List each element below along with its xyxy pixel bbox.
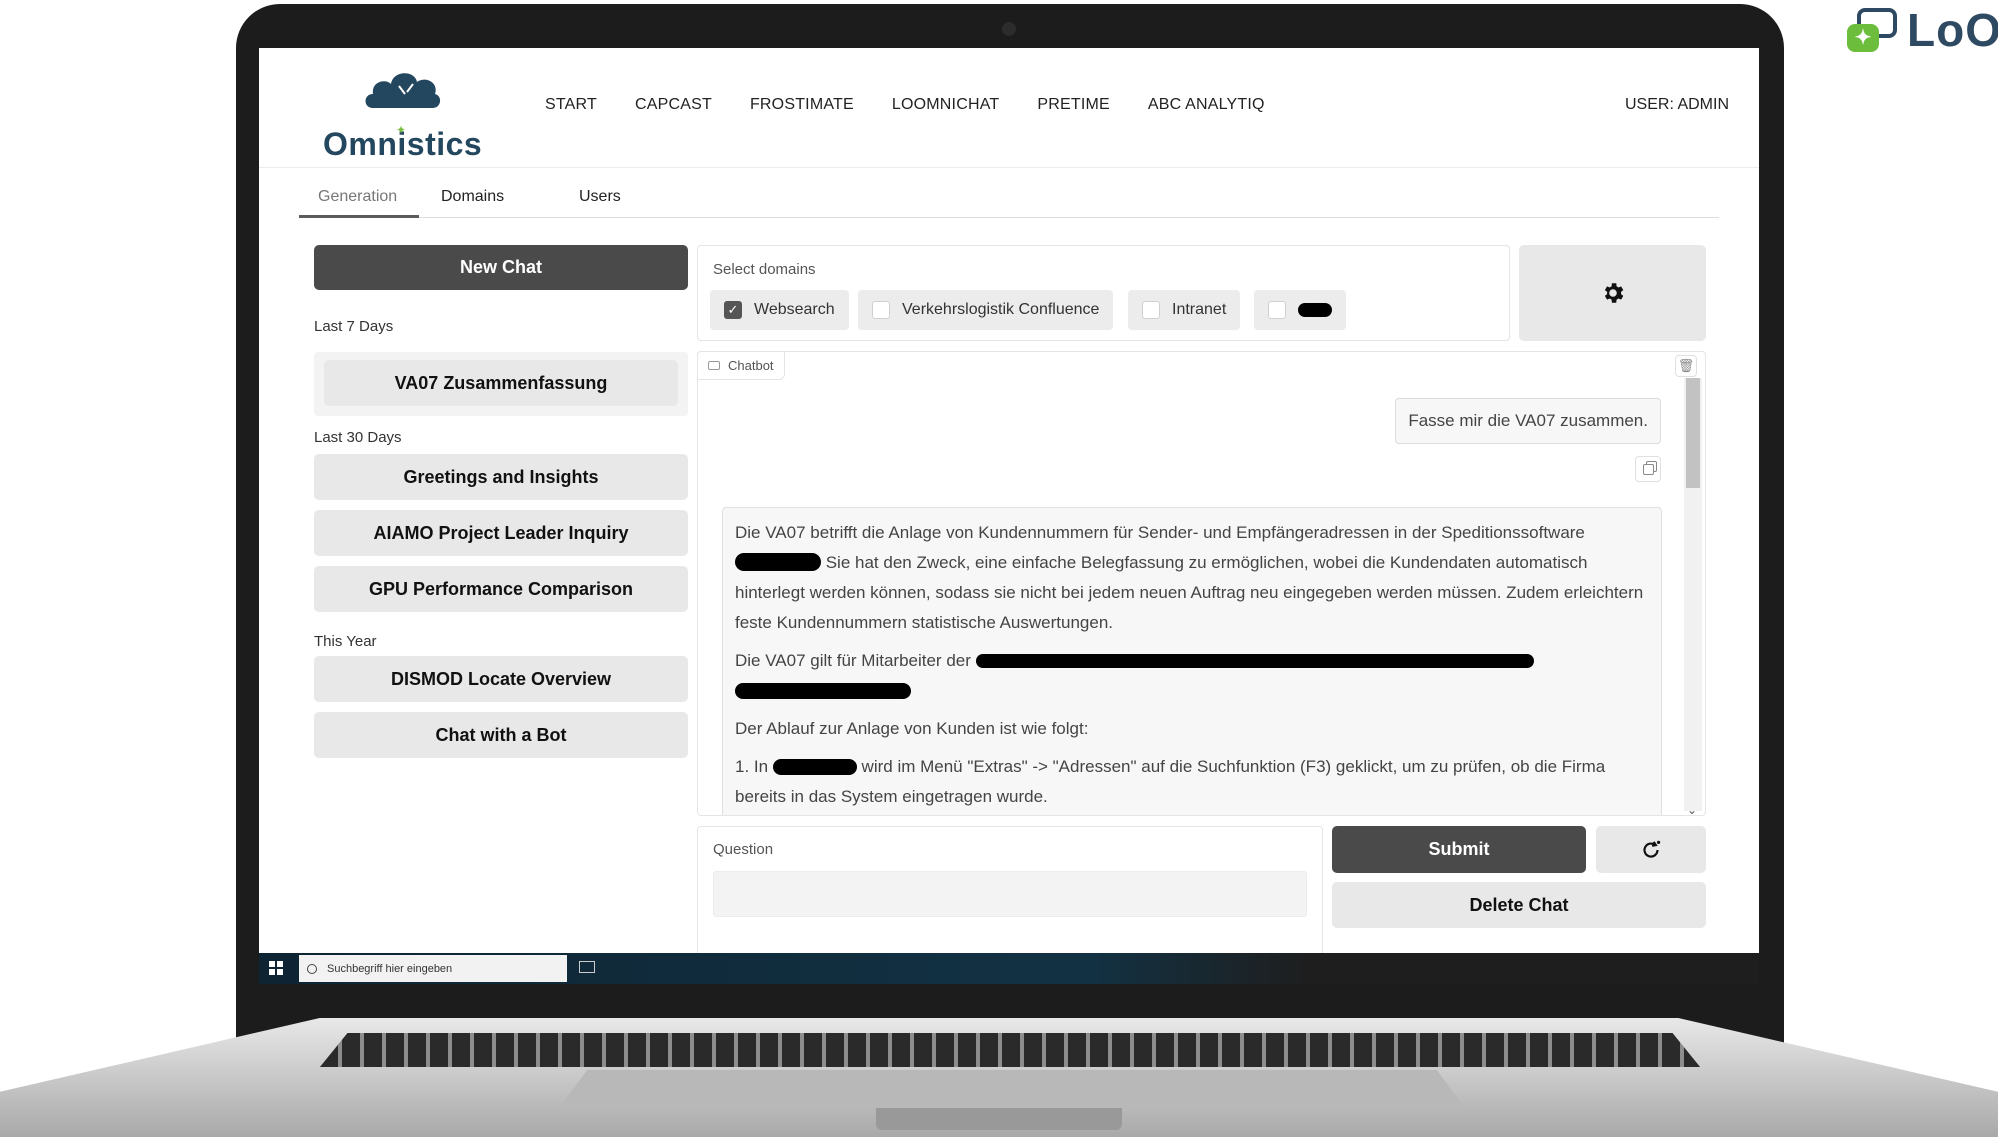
chat-scrollbar[interactable]: ⌄: [1684, 378, 1702, 815]
tab-domains[interactable]: Domains: [441, 188, 504, 206]
bot-text: Sie hat den Zweck, eine einfache Belegfa…: [735, 553, 1644, 632]
taskbar-search[interactable]: Suchbegriff hier eingeben: [299, 955, 567, 982]
active-tab-indicator: [299, 215, 419, 218]
history-item[interactable]: AIAMO Project Leader Inquiry: [314, 510, 688, 556]
new-chat-button[interactable]: New Chat: [314, 245, 688, 290]
bot-paragraph: 1. In wird im Menü "Extras" -> "Adressen…: [735, 752, 1649, 812]
history-item[interactable]: DISMOD Locate Overview: [314, 656, 688, 702]
domain-option-label: Websearch: [754, 301, 835, 318]
history-group-label: Last 30 Days: [314, 429, 402, 446]
settings-button[interactable]: [1519, 245, 1706, 341]
retry-button[interactable]: [1596, 826, 1706, 873]
chatbot-tag: Chatbot: [698, 352, 785, 380]
domain-selector-label: Select domains: [713, 261, 816, 278]
chat-icon: [708, 361, 720, 370]
redaction-mark: [735, 683, 911, 699]
user-message: Fasse mir die VA07 zusammen.: [1395, 398, 1661, 444]
domain-option-label: Verkehrslogistik Confluence: [902, 301, 1100, 318]
bot-text: Der Ablauf zur Anlage von Kunden ist wie…: [735, 719, 1089, 738]
checkbox-icon[interactable]: [1142, 301, 1160, 319]
bot-text: 1. In: [735, 757, 769, 776]
windows-start-icon[interactable]: [269, 961, 283, 975]
laptop-notch: [876, 1108, 1122, 1130]
task-view-icon[interactable]: [579, 961, 595, 973]
domain-selector: Select domains ✓ Websearch Verkehrslogis…: [697, 245, 1510, 341]
gear-icon: [1604, 283, 1623, 303]
omnistics-logo[interactable]: Omnistics ✦: [323, 68, 483, 162]
nav-frostimate[interactable]: FROSTIMATE: [750, 96, 854, 114]
bot-paragraph: Die VA07 gilt für Mitarbeiter der: [735, 646, 1649, 706]
search-icon: [307, 963, 317, 974]
question-box: Question: [697, 826, 1323, 966]
nav-pretime[interactable]: PRETIME: [1037, 96, 1110, 114]
delete-chat-button[interactable]: Delete Chat: [1332, 882, 1706, 928]
tab-users[interactable]: Users: [579, 188, 621, 206]
bot-paragraph: Der Ablauf zur Anlage von Kunden ist wie…: [735, 714, 1649, 744]
history-item[interactable]: Greetings and Insights: [314, 454, 688, 500]
cloud-icon: [365, 73, 441, 108]
history-group-label: This Year: [314, 633, 377, 650]
domain-option-verkehrslogistik[interactable]: Verkehrslogistik Confluence: [858, 290, 1114, 330]
webcam: [1002, 22, 1016, 36]
nav-capcast[interactable]: CAPCAST: [635, 96, 712, 114]
main-nav: START CAPCAST FROSTIMATE LOOMNICHAT PRET…: [545, 96, 1303, 114]
chatbot-panel: Chatbot 🗑 Fasse mir die VA07 zusammen. D…: [697, 351, 1706, 816]
corner-brand-text: LoO: [1907, 4, 1998, 56]
bot-text: Die VA07 betrifft die Anlage von Kundenn…: [735, 523, 1585, 542]
history-item[interactable]: GPU Performance Comparison: [314, 566, 688, 612]
checkbox-checked-icon[interactable]: ✓: [724, 301, 742, 319]
domain-option-websearch[interactable]: ✓ Websearch: [710, 290, 849, 330]
scrollbar-thumb[interactable]: [1686, 378, 1700, 488]
redaction-mark: [975, 654, 1534, 668]
history-group-selected: VA07 Zusammenfassung: [314, 352, 688, 416]
logo-sparkle-icon: ✦: [396, 123, 407, 137]
bot-text: wird im Menü "Extras" -> "Adressen" auf …: [735, 757, 1606, 806]
corner-brand-logo: ✦ LoO: [1843, 4, 1998, 56]
history-item[interactable]: VA07 Zusammenfassung: [324, 360, 678, 406]
nav-start[interactable]: START: [545, 96, 597, 114]
nav-abc-analytiq[interactable]: ABC ANALYTIQ: [1148, 96, 1265, 114]
tab-bar: Generation Domains Users: [299, 186, 1719, 218]
redaction-mark: [772, 759, 857, 775]
trash-icon[interactable]: 🗑: [1675, 355, 1697, 377]
history-group-label: Last 7 Days: [314, 318, 394, 335]
bot-text: Die VA07 gilt für Mitarbeiter der: [735, 651, 971, 670]
laptop-trackpad: [560, 1070, 1464, 1107]
refresh-icon: [1643, 840, 1661, 858]
chat-bubble-icon: ✦: [1843, 4, 1899, 56]
redaction-mark: [735, 553, 821, 571]
os-taskbar: Suchbegriff hier eingeben: [259, 953, 1759, 984]
nav-loomnichat[interactable]: LOOMNICHAT: [892, 96, 999, 114]
question-label: Question: [713, 841, 774, 858]
copy-icon[interactable]: [1635, 456, 1661, 482]
checkbox-icon[interactable]: [1268, 301, 1286, 319]
checkbox-icon[interactable]: [872, 301, 890, 319]
bot-message: Die VA07 betrifft die Anlage von Kundenn…: [722, 507, 1662, 815]
user-label[interactable]: USER: ADMIN: [1625, 96, 1729, 114]
redaction-mark: [1298, 303, 1332, 317]
app-screen: Omnistics ✦ START CAPCAST FROSTIMATE LOO…: [259, 48, 1759, 984]
chevron-down-icon[interactable]: ⌄: [1687, 803, 1697, 815]
domain-option-intranet[interactable]: Intranet: [1128, 290, 1241, 330]
question-input[interactable]: [713, 871, 1307, 917]
domain-option-label: Intranet: [1172, 301, 1227, 318]
tab-generation[interactable]: Generation: [318, 188, 397, 206]
laptop-keyboard: [320, 1033, 1700, 1067]
top-navbar: Omnistics ✦ START CAPCAST FROSTIMATE LOO…: [259, 48, 1759, 168]
domain-option-redacted[interactable]: [1254, 290, 1346, 330]
laptop-mockup: ✦ LoO Omnistics ✦ START CAPCAST FROSTIMA…: [0, 0, 1998, 1137]
history-item[interactable]: Chat with a Bot: [314, 712, 688, 758]
bot-paragraph: Die VA07 betrifft die Anlage von Kundenn…: [735, 518, 1649, 638]
chatbot-tag-label: Chatbot: [728, 358, 774, 373]
submit-button[interactable]: Submit: [1332, 826, 1586, 873]
taskbar-search-placeholder: Suchbegriff hier eingeben: [327, 962, 453, 975]
